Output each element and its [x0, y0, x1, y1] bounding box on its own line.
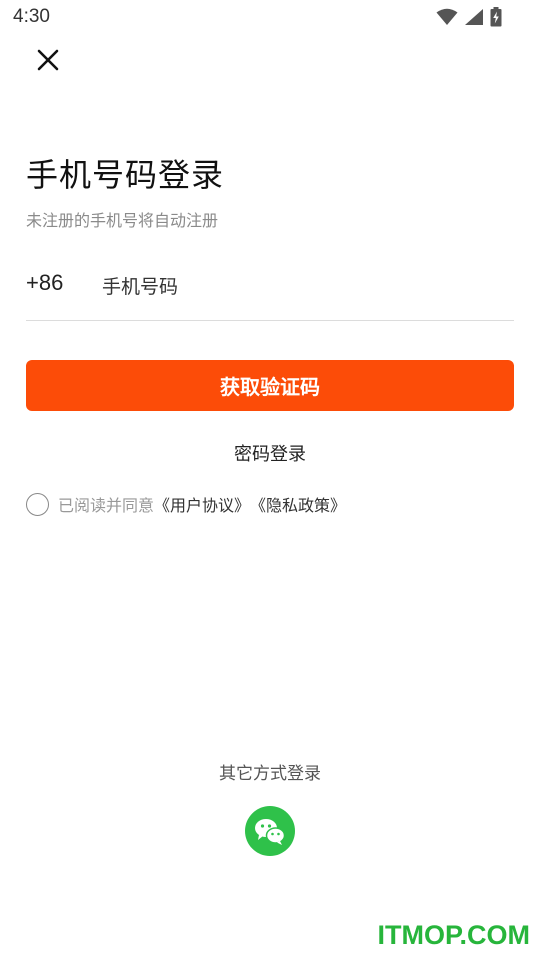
wechat-login-button[interactable] — [245, 806, 295, 856]
page-subtitle: 未注册的手机号将自动注册 — [26, 211, 219, 230]
other-login-label: 其它方式登录 — [219, 764, 321, 784]
wifi-icon — [436, 8, 458, 30]
user-agreement-link[interactable]: 《用户协议》 — [154, 492, 250, 516]
country-code[interactable]: +86 — [26, 270, 63, 296]
battery-charging-icon — [490, 7, 502, 31]
cellular-signal-icon — [464, 8, 484, 30]
password-login-link[interactable]: 密码登录 — [0, 440, 540, 466]
status-time: 4:30 — [13, 6, 50, 27]
phone-row: +86 — [26, 262, 514, 321]
agreement-checkbox[interactable] — [26, 492, 49, 516]
wechat-icon — [245, 819, 295, 860]
status-icons — [436, 7, 502, 31]
close-icon — [32, 49, 64, 80]
get-verification-code-button[interactable]: 获取验证码 — [26, 360, 514, 411]
page-title: 手机号码登录 — [26, 156, 225, 194]
status-bar: 4:30 — [0, 0, 540, 36]
privacy-policy-link[interactable]: 《隐私政策》 — [250, 492, 346, 516]
agreement-row: 已阅读并同意 《用户协议》 《隐私政策》 — [26, 490, 346, 518]
close-button[interactable] — [32, 44, 64, 76]
watermark-logo: ITMOP.COM — [377, 920, 530, 950]
phone-number-input[interactable] — [100, 270, 504, 304]
agreement-prefix: 已阅读并同意 — [58, 496, 155, 515]
login-screen: 4:30 手机号码登录 未注册的手机号将自动注册 +86 手机号码 获取验证码 … — [0, 0, 540, 960]
